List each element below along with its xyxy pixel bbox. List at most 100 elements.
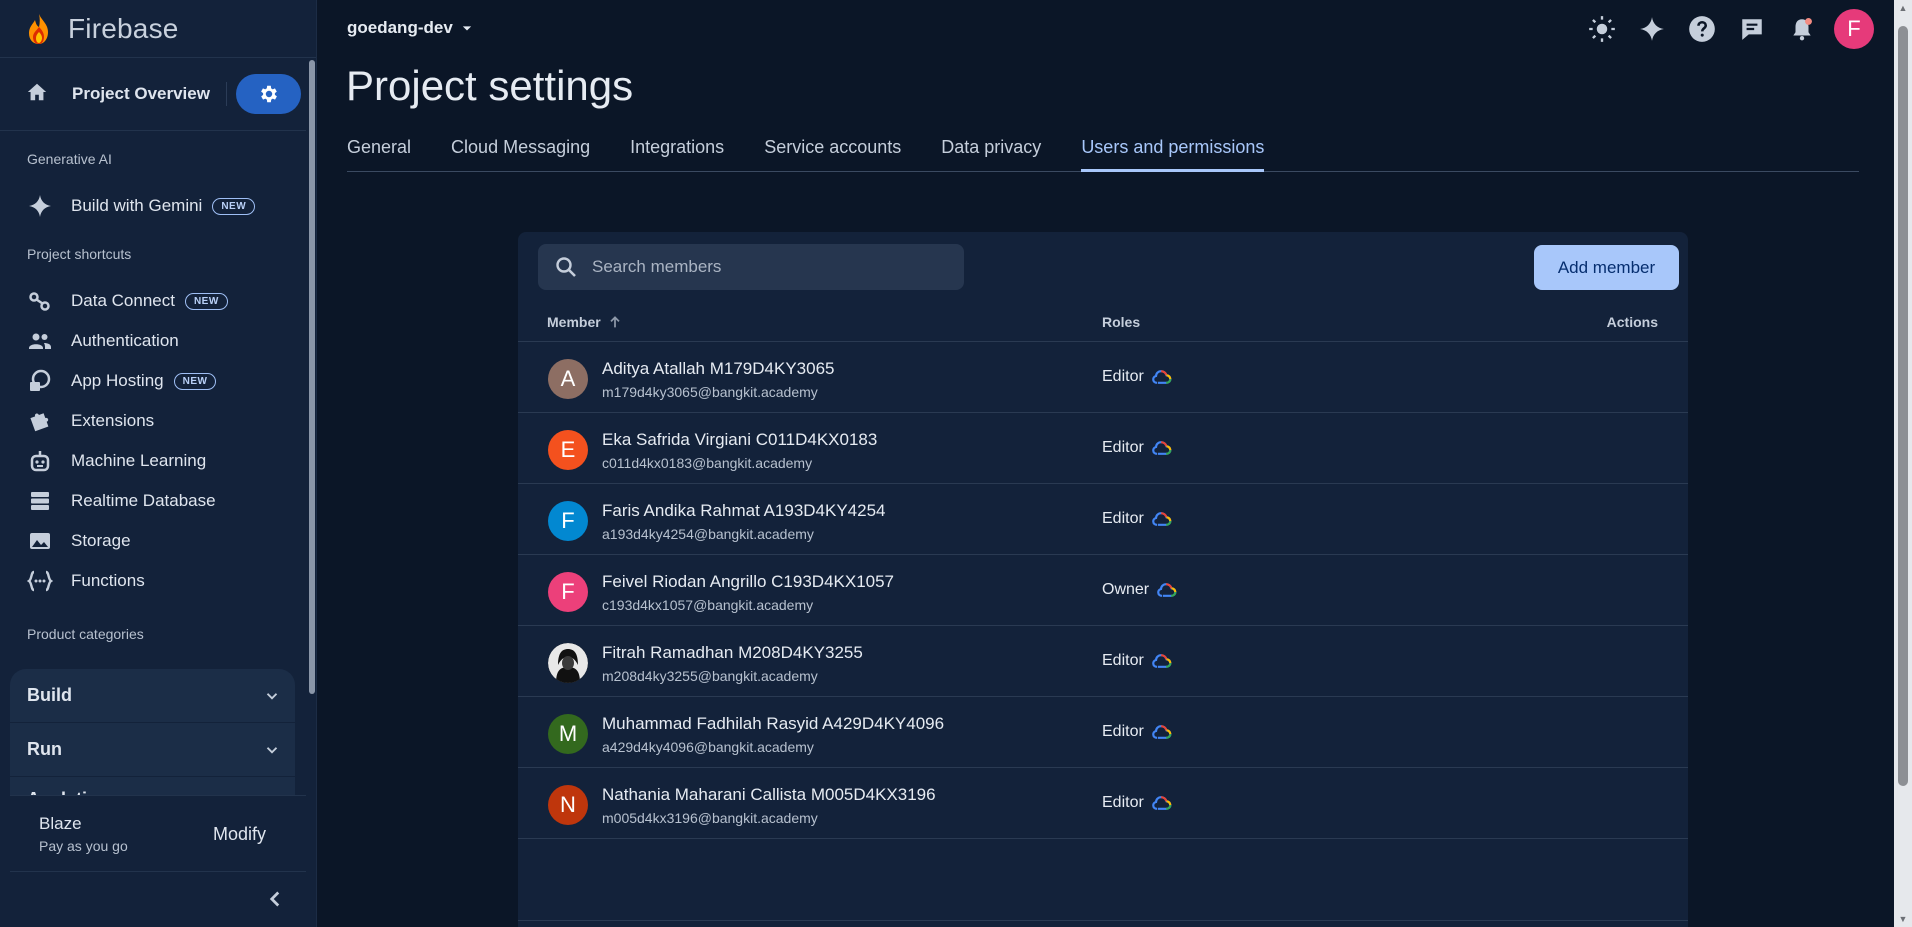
tab-integrations[interactable]: Integrations [630,131,724,172]
member-role: Editor [1102,723,1172,741]
member-name: Feivel Riodan Angrillo C193D4KX1057 [602,572,895,591]
avatar: N [548,785,588,825]
new-badge: NEW [173,372,217,390]
sidebar-item-build-with-gemini[interactable]: Build with Gemini NEW [0,187,306,225]
roles-column-header: Roles [1102,314,1141,330]
sidebar-item-label: Build with Gemini [71,196,203,215]
project-settings-button[interactable] [236,74,301,114]
divider [0,130,306,131]
theme-toggle-button[interactable] [1586,13,1618,45]
member-role: Editor [1102,368,1172,386]
role-label: Editor [1102,652,1144,669]
sidebar-scrollbar[interactable] [309,60,315,694]
scroll-down-arrow-icon[interactable]: ▼ [1898,914,1908,924]
sidebar-item-authentication[interactable]: Authentication [0,322,306,360]
sidebar-item-extensions[interactable]: Extensions [0,402,306,440]
members-panel: Add member Member Roles Actions A Aditya … [518,232,1688,927]
member-name: Faris Andika Rahmat A193D4KY4254 [602,501,886,520]
divider [518,920,1688,921]
google-cloud-icon [1151,796,1172,810]
sidebar-item-realtime-database[interactable]: Realtime Database [0,482,306,520]
category-analytics[interactable]: Analytics [10,777,295,795]
collapse-sidebar-button[interactable] [262,886,288,917]
help-button[interactable] [1686,13,1718,45]
sidebar-item-machine-learning[interactable]: Machine Learning [0,442,306,480]
divider [226,82,227,106]
role-label: Editor [1102,723,1144,740]
modify-plan-button[interactable]: Modify [213,824,266,845]
sidebar-item-label: Machine Learning [71,451,207,470]
scrollbar-thumb[interactable] [1898,26,1908,786]
product-categories-list: Build Run Analytics [10,669,295,795]
scroll-up-arrow-icon[interactable]: ▲ [1898,3,1908,13]
tab-service-accounts[interactable]: Service accounts [764,131,901,172]
add-member-button[interactable]: Add member [1534,245,1679,290]
project-overview-link[interactable]: Project Overview [72,84,210,104]
firebase-logo[interactable]: Firebase [0,0,316,58]
sidebar-item-functions[interactable]: Functions [0,562,306,600]
gemini-button[interactable] [1636,13,1668,45]
avatar: M [548,714,588,754]
feedback-button[interactable] [1736,13,1768,45]
sidebar-item-label: Functions [71,571,145,590]
new-badge: NEW [212,197,256,215]
top-toolbar: F [1568,9,1874,49]
tab-users-and-permissions[interactable]: Users and permissions [1081,131,1265,172]
robot-icon [27,448,53,474]
category-run[interactable]: Run [10,723,295,777]
tab-cloud-messaging[interactable]: Cloud Messaging [451,131,590,172]
avatar: A [548,359,588,399]
member-email: a193d4ky4254@bangkit.academy [602,526,814,542]
people-icon [27,328,53,354]
member-email: a429d4ky4096@bangkit.academy [602,739,814,755]
category-build[interactable]: Build [10,669,295,723]
billing-plan: Blaze Pay as you go Modify [10,795,306,871]
sun-icon [1589,16,1615,42]
settings-tabs: General Cloud Messaging Integrations Ser… [347,131,1859,172]
notifications-button[interactable] [1786,13,1818,45]
table-row[interactable]: A Aditya Atallah M179D4KY3065 m179d4ky3065… [518,342,1688,413]
column-label: Member [547,314,601,330]
section-project-shortcuts: Project shortcuts [27,246,132,262]
section-generative-ai: Generative AI [27,151,112,167]
google-cloud-icon [1151,725,1172,739]
bell-icon [1793,17,1812,41]
tab-general[interactable]: General [347,131,411,172]
page-scrollbar[interactable]: ▲ ▼ [1894,0,1912,927]
page-title: Project settings [346,62,634,109]
caret-down-icon [462,26,471,31]
new-badge: NEW [184,292,228,310]
table-row[interactable]: E Eka Safrida Virgiani C011D4KX0183 c011d4… [518,413,1688,484]
members-table-header: Member Roles Actions [518,310,1688,342]
avatar: E [548,430,588,470]
table-row[interactable]: F Faris Andika Rahmat A193D4KY4254 a193d4k… [518,484,1688,555]
table-row[interactable]: Fitrah Ramadhan M208D4KY3255 m208d4ky3255… [518,626,1688,697]
puzzle-icon [27,408,53,434]
sidebar-item-label: Realtime Database [71,491,216,510]
account-avatar[interactable]: F [1834,9,1874,49]
table-row[interactable]: F Feivel Riodan Angrillo C193D4KX1057 c193… [518,555,1688,626]
sidebar-item-label: App Hosting [71,371,164,390]
member-email: c193d4kx1057@bangkit.academy [602,597,814,613]
sidebar-item-label: Data Connect [71,291,175,310]
category-label: Run [27,739,62,759]
sidebar-item-storage[interactable]: Storage [0,522,306,560]
search-icon [556,257,576,277]
home-icon [26,81,54,108]
project-overview-row: Project Overview [0,72,310,116]
sidebar-item-label: Storage [71,531,131,550]
search-members-field[interactable] [538,244,964,290]
table-row[interactable]: M Muhammad Fadhilah Rasyid A429D4KY4096 a4… [518,697,1688,768]
table-row[interactable]: N Nathania Maharani Callista M005D4KX3196… [518,768,1688,839]
search-input[interactable] [592,257,932,277]
project-selector[interactable]: goedang-dev [347,18,477,38]
member-column-header[interactable]: Member [547,314,623,330]
plan-subtitle: Pay as you go [39,838,128,854]
sidebar-item-data-connect[interactable]: Data Connect NEW [0,282,306,320]
sidebar-item-app-hosting[interactable]: App Hosting NEW [0,362,306,400]
image-icon [27,528,53,554]
member-name: Fitrah Ramadhan M208D4KY3255 [602,643,863,662]
divider [10,871,306,872]
tab-data-privacy[interactable]: Data privacy [941,131,1041,172]
role-label: Editor [1102,439,1144,456]
